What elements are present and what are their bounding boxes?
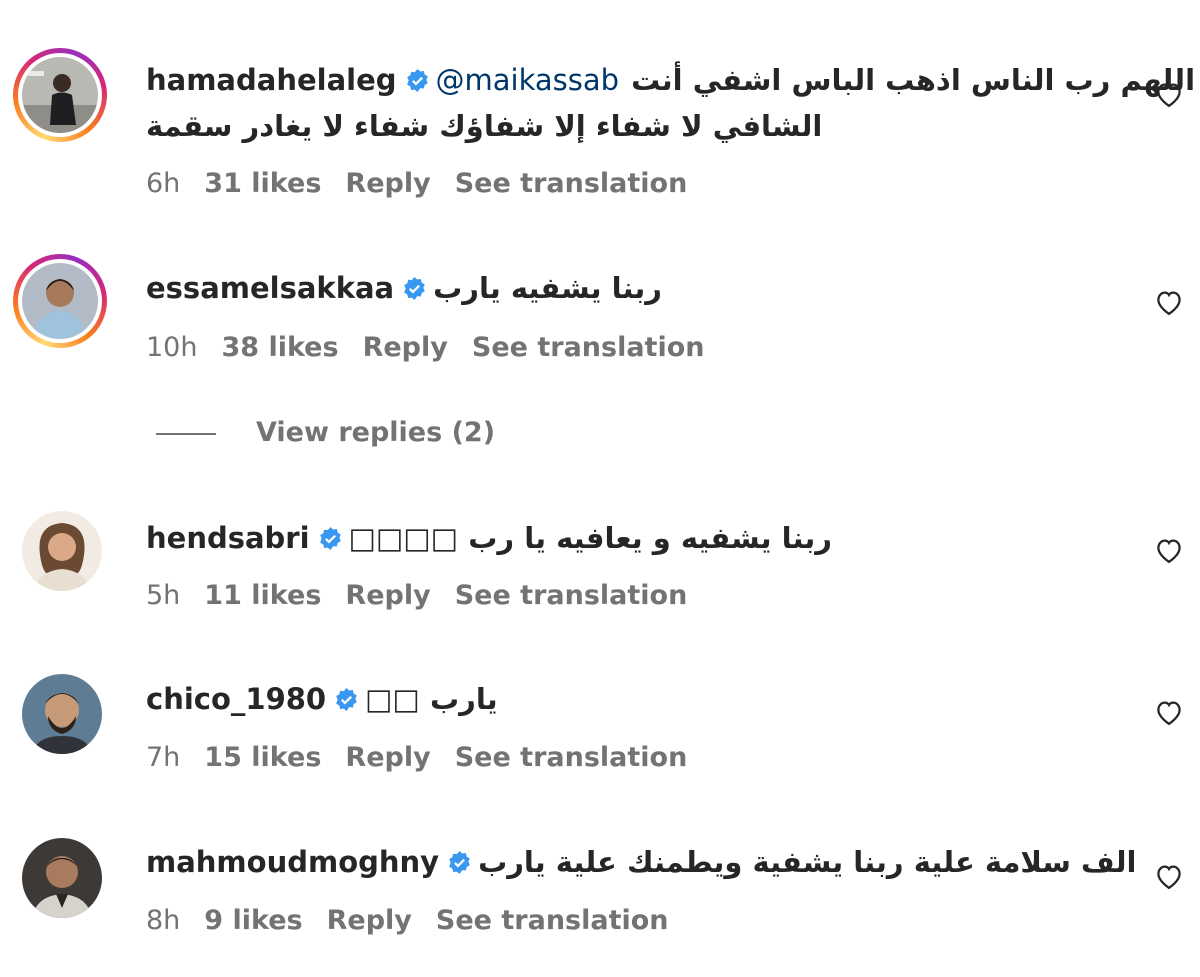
username[interactable]: mahmoudmoghny	[146, 845, 439, 879]
likes-count[interactable]: 15 likes	[204, 742, 321, 773]
comment-text: ربنا يشفيه و يعافيه يا رب □□□□	[348, 521, 832, 555]
heart-icon[interactable]	[1154, 80, 1184, 108]
mention-link[interactable]: @maikassab	[436, 63, 620, 97]
avatar-story-ring[interactable]	[13, 254, 107, 348]
comment-line: hendsabri ربنا يشفيه و يعافيه يا رب □□□□	[146, 518, 1070, 558]
comment-line: essamelsakkaa ربنا يشفيه يارب	[146, 268, 1070, 308]
verified-badge-icon	[405, 68, 430, 93]
comment-line: chico_1980 يارب □□	[146, 679, 1070, 719]
comment-text: يارب □□	[365, 682, 498, 716]
likes-count[interactable]: 38 likes	[221, 332, 338, 363]
heart-icon[interactable]	[1154, 536, 1184, 564]
timestamp: 10h	[146, 332, 198, 363]
comment-line: hamadahelaleg @maikassab اللهم رب الناس اذ…	[146, 60, 1195, 100]
heart-icon[interactable]	[1154, 698, 1184, 726]
avatar-story-ring[interactable]	[13, 48, 107, 142]
comment-text: الف سلامة علية ربنا يشفية ويطمنك علية يا…	[478, 845, 1137, 879]
username[interactable]: chico_1980	[146, 682, 326, 716]
comment-meta: 7h 15 likes Reply See translation	[146, 742, 711, 773]
avatar	[22, 57, 98, 133]
timestamp: 5h	[146, 580, 181, 611]
comment-meta: 6h 31 likes Reply See translation	[146, 168, 711, 199]
verified-badge-icon	[318, 526, 343, 551]
username[interactable]: hendsabri	[146, 521, 310, 555]
see-translation-button[interactable]: See translation	[455, 742, 688, 773]
avatar[interactable]	[22, 838, 102, 918]
see-translation-button[interactable]: See translation	[455, 580, 688, 611]
avatar	[22, 263, 98, 339]
see-translation-button[interactable]: See translation	[436, 905, 669, 936]
heart-icon[interactable]	[1154, 288, 1184, 316]
verified-badge-icon	[447, 850, 472, 875]
comment-line: mahmoudmoghny الف سلامة علية ربنا يشفية و…	[146, 842, 1136, 882]
reply-button[interactable]: Reply	[327, 905, 412, 936]
see-translation-button[interactable]: See translation	[455, 168, 688, 199]
divider	[156, 432, 216, 435]
see-translation-button[interactable]: See translation	[472, 332, 705, 363]
view-replies-button[interactable]: View replies (2)	[156, 417, 495, 448]
avatar[interactable]	[22, 674, 102, 754]
comment-text: ربنا يشفيه يارب	[433, 271, 662, 305]
timestamp: 7h	[146, 742, 181, 773]
reply-button[interactable]: Reply	[345, 580, 430, 611]
comment-text: اللهم رب الناس اذهب الباس اشفي أنت	[631, 63, 1196, 97]
reply-button[interactable]: Reply	[363, 332, 448, 363]
reply-button[interactable]: Reply	[345, 742, 430, 773]
heart-icon[interactable]	[1154, 862, 1184, 890]
likes-count[interactable]: 9 likes	[204, 905, 302, 936]
timestamp: 8h	[146, 905, 181, 936]
verified-badge-icon	[334, 687, 359, 712]
likes-count[interactable]: 31 likes	[204, 168, 321, 199]
timestamp: 6h	[146, 168, 181, 199]
username[interactable]: essamelsakkaa	[146, 271, 394, 305]
comment-text-continued: الشافي لا شفاء إلا شفاؤك شفاء لا يغادر س…	[146, 109, 823, 143]
likes-count[interactable]: 11 likes	[204, 580, 321, 611]
comment-meta: 8h 9 likes Reply See translation	[146, 905, 693, 936]
verified-badge-icon	[402, 276, 427, 301]
avatar[interactable]	[22, 511, 102, 591]
comment-meta: 10h 38 likes Reply See translation	[146, 332, 729, 363]
username[interactable]: hamadahelaleg	[146, 63, 397, 97]
reply-button[interactable]: Reply	[345, 168, 430, 199]
comment-meta: 5h 11 likes Reply See translation	[146, 580, 711, 611]
view-replies-label: View replies (2)	[256, 417, 496, 448]
